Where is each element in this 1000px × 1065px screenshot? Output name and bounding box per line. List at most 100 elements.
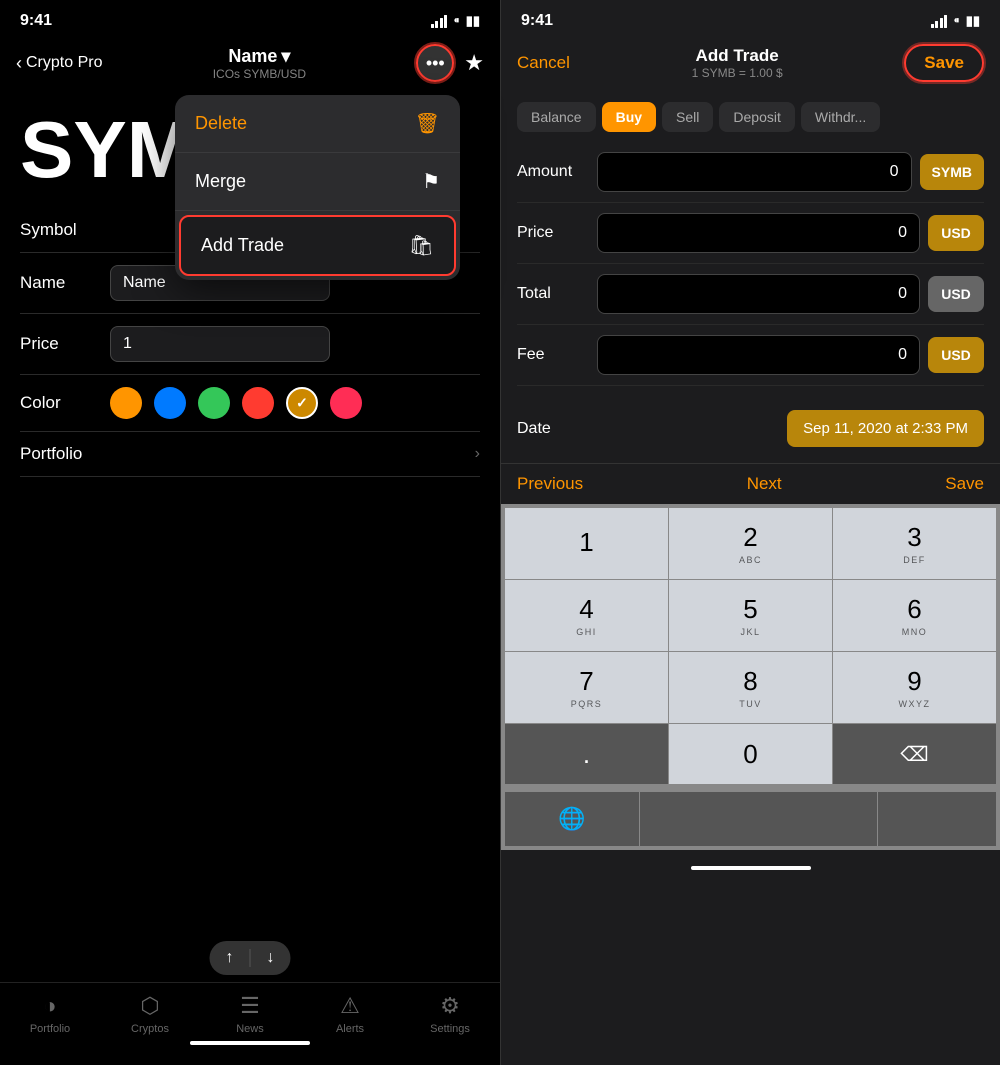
status-bar-left: 9:41 ⁌ ▮▮: [0, 0, 500, 36]
swatch-pink[interactable]: [330, 387, 362, 419]
previous-button[interactable]: Previous: [517, 474, 583, 494]
tab-sell[interactable]: Sell: [662, 102, 713, 132]
trash-icon: 🗑: [415, 111, 440, 136]
nav-alerts[interactable]: ⚠ Alerts: [300, 993, 400, 1035]
add-trade-title: Add Trade: [692, 46, 783, 66]
nav-portfolio[interactable]: ◑ Portfolio: [0, 993, 100, 1035]
trade-form: Amount SYMB Price USD Total USD Fee: [501, 142, 1000, 386]
back-label: Crypto Pro: [26, 54, 102, 72]
dropdown-menu: Delete 🗑 Merge ⚑ Add Trade 🛍: [175, 95, 460, 280]
settings-icon: ⚙: [440, 993, 460, 1019]
battery-icon: ▮▮: [466, 13, 480, 29]
trade-row-price: Price USD: [517, 203, 984, 264]
swatch-yellow-selected[interactable]: [286, 387, 318, 419]
swatch-orange[interactable]: [110, 387, 142, 419]
key-5[interactable]: 5 JKL: [669, 580, 832, 651]
add-trade-header-center: Add Trade 1 SYMB = 1.00 $: [692, 46, 783, 80]
favorite-button[interactable]: ★: [464, 50, 484, 76]
coin-name-text: Name: [228, 46, 277, 67]
amount-currency: SYMB: [920, 154, 984, 190]
key-6[interactable]: 6 MNO: [833, 580, 996, 651]
key-0[interactable]: 0: [669, 724, 832, 784]
swatch-red[interactable]: [242, 387, 274, 419]
dropdown-delete-item[interactable]: Delete 🗑: [175, 95, 460, 153]
right-header: Cancel Add Trade 1 SYMB = 1.00 $ Save: [501, 36, 1000, 92]
key-5-num: 5: [743, 594, 757, 625]
tab-deposit[interactable]: Deposit: [719, 102, 794, 132]
swatch-blue[interactable]: [154, 387, 186, 419]
total-input-wrap: USD: [597, 274, 984, 314]
back-button[interactable]: ‹ Crypto Pro: [16, 53, 102, 74]
key-8-num: 8: [743, 666, 757, 697]
nav-settings[interactable]: ⚙ Settings: [400, 993, 500, 1035]
numpad-bottom-row: 🌐: [501, 788, 1000, 850]
cryptos-nav-label: Cryptos: [131, 1023, 169, 1035]
date-label: Date: [517, 420, 787, 438]
key-6-num: 6: [907, 594, 921, 625]
key-backspace[interactable]: ⌫: [833, 724, 996, 784]
total-currency: USD: [928, 276, 984, 312]
alerts-nav-label: Alerts: [336, 1023, 364, 1035]
nav-cryptos[interactable]: ⬡ Cryptos: [100, 993, 200, 1035]
key-2[interactable]: 2 ABC: [669, 508, 832, 579]
key-dot[interactable]: .: [505, 724, 668, 784]
amount-input[interactable]: [597, 152, 912, 192]
key-9[interactable]: 9 WXYZ: [833, 652, 996, 723]
scroll-down-button[interactable]: ↓: [267, 949, 275, 967]
dropdown-add-trade-item[interactable]: Add Trade 🛍: [179, 215, 456, 276]
keyboard-save-button[interactable]: Save: [945, 474, 984, 494]
key-7[interactable]: 7 PQRS: [505, 652, 668, 723]
trade-row-amount: Amount SYMB: [517, 142, 984, 203]
time-right: 9:41: [521, 12, 553, 30]
form-row-color: Color: [20, 375, 480, 432]
nav-items: ◑ Portfolio ⬡ Cryptos ☰ News ⚠ Alerts ⚙ …: [0, 993, 500, 1035]
key-empty2: [878, 792, 996, 846]
key-9-sub: WXYZ: [899, 699, 931, 709]
key-1-num: 1: [579, 527, 593, 558]
key-7-sub: PQRS: [571, 699, 603, 709]
key-3[interactable]: 3 DEF: [833, 508, 996, 579]
fee-input[interactable]: [597, 335, 920, 375]
coin-subtitle: ICOs SYMB/USD: [213, 67, 306, 81]
tab-balance[interactable]: Balance: [517, 102, 596, 132]
key-3-num: 3: [907, 522, 921, 553]
dropdown-merge-item[interactable]: Merge ⚑: [175, 153, 460, 211]
amount-input-wrap: SYMB: [597, 152, 984, 192]
save-button[interactable]: Save: [904, 44, 984, 82]
key-dot-num: .: [583, 739, 590, 770]
status-icons-right: ⁌ ▮▮: [931, 13, 980, 29]
price-trade-input[interactable]: [597, 213, 920, 253]
more-button[interactable]: •••: [416, 44, 454, 82]
cancel-button[interactable]: Cancel: [517, 53, 570, 73]
symbol-label: Symbol: [20, 220, 110, 240]
key-globe[interactable]: 🌐: [505, 792, 639, 846]
status-icons-left: ⁌ ▮▮: [431, 13, 480, 29]
scroll-up-button[interactable]: ↑: [226, 949, 234, 967]
key-3-sub: DEF: [903, 555, 926, 565]
tab-withdraw[interactable]: Withdr...: [801, 102, 880, 132]
key-8[interactable]: 8 TUV: [669, 652, 832, 723]
date-picker[interactable]: Sep 11, 2020 at 2:33 PM: [787, 410, 984, 447]
news-icon: ☰: [240, 993, 260, 1019]
next-button[interactable]: Next: [747, 474, 782, 494]
total-input[interactable]: [597, 274, 920, 314]
name-label: Name: [20, 273, 110, 293]
nav-news[interactable]: ☰ News: [200, 993, 300, 1035]
key-4-num: 4: [579, 594, 593, 625]
form-row-portfolio[interactable]: Portfolio ›: [20, 432, 480, 477]
swatch-green[interactable]: [198, 387, 230, 419]
key-5-sub: JKL: [740, 627, 760, 637]
tab-buy[interactable]: Buy: [602, 102, 656, 132]
key-4[interactable]: 4 GHI: [505, 580, 668, 651]
key-6-sub: MNO: [902, 627, 928, 637]
key-2-sub: ABC: [739, 555, 762, 565]
price-input[interactable]: [110, 326, 330, 362]
wifi-icon-right: ⁌: [953, 13, 960, 29]
fee-label: Fee: [517, 346, 597, 364]
globe-icon: 🌐: [558, 806, 585, 832]
trade-tabs: Balance Buy Sell Deposit Withdr...: [501, 92, 1000, 142]
key-1[interactable]: 1: [505, 508, 668, 579]
signal-icon: [431, 15, 448, 28]
fee-currency: USD: [928, 337, 984, 373]
alerts-icon: ⚠: [340, 993, 360, 1019]
